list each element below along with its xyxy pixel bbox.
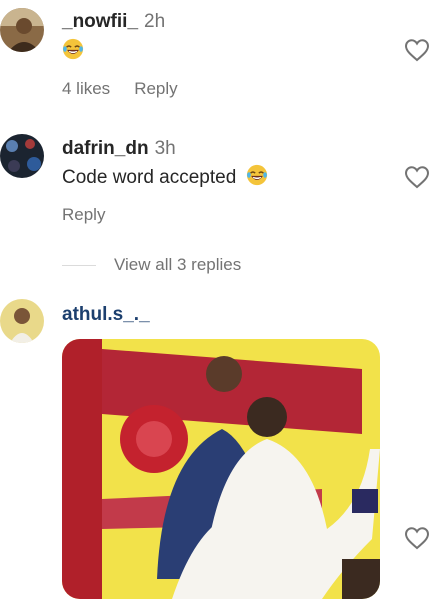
- comment-media-photo[interactable]: [62, 339, 380, 599]
- reply-button[interactable]: Reply: [134, 79, 177, 98]
- avatar[interactable]: [0, 134, 44, 178]
- comment-username[interactable]: _nowfii_ 2h: [62, 11, 165, 33]
- reply-button[interactable]: Reply: [62, 205, 105, 224]
- heart-outline-icon[interactable]: [404, 526, 430, 550]
- username-text[interactable]: _nowfii_: [62, 11, 138, 32]
- view-replies-button[interactable]: View all 3 replies: [62, 254, 241, 276]
- view-replies-label[interactable]: View all 3 replies: [114, 255, 241, 275]
- comment-time: 3h: [154, 138, 176, 159]
- laughing-emoji-icon: [246, 164, 268, 192]
- avatar[interactable]: [0, 8, 44, 52]
- comment-username[interactable]: athul.s_._: [62, 304, 150, 326]
- laughing-emoji-icon: [62, 38, 84, 66]
- comment-meta: Reply: [62, 205, 105, 225]
- username-text[interactable]: dafrin_dn: [62, 138, 149, 159]
- replies-divider: [62, 264, 96, 266]
- comment-username[interactable]: dafrin_dn 3h: [62, 138, 176, 160]
- heart-outline-icon[interactable]: [404, 165, 430, 189]
- username-text[interactable]: athul.s_._: [62, 304, 150, 325]
- likes-count[interactable]: 4 likes: [62, 79, 110, 98]
- comment-text-content: Code word accepted: [62, 167, 237, 189]
- comment-text: [62, 38, 84, 66]
- heart-outline-icon[interactable]: [404, 38, 430, 62]
- comment-text: Code word accepted: [62, 164, 268, 192]
- comment-meta: 4 likes Reply: [62, 79, 178, 99]
- avatar[interactable]: [0, 299, 44, 343]
- comment-time: 2h: [144, 11, 166, 32]
